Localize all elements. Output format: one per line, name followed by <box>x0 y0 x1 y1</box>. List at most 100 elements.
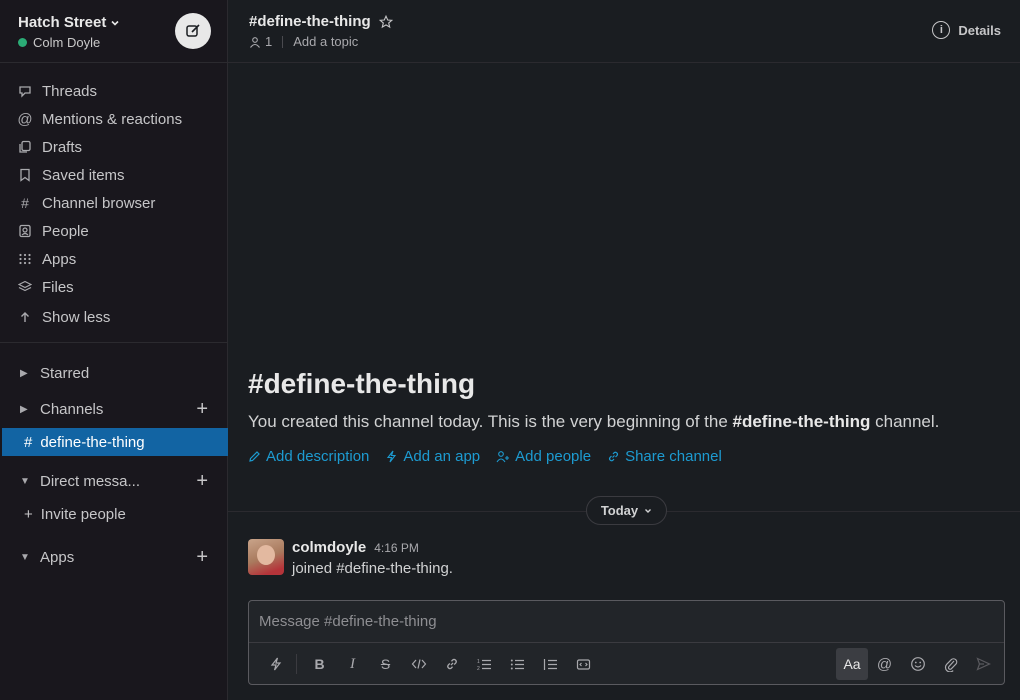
sidebar-item-label: People <box>42 222 89 240</box>
avatar[interactable] <box>248 539 284 575</box>
threads-icon <box>18 84 32 98</box>
current-user-name: Colm Doyle <box>33 35 101 50</box>
sidebar-item-label: Show less <box>42 308 111 326</box>
caret-right-icon: ▶ <box>20 367 28 379</box>
action-label: Share channel <box>625 448 722 465</box>
send-button[interactable] <box>967 648 1000 680</box>
day-label: Today <box>600 503 639 518</box>
message-author[interactable]: colmdoyle <box>292 539 366 556</box>
blockquote-button[interactable] <box>534 648 567 680</box>
shortcuts-lightning-button[interactable] <box>259 648 292 680</box>
section-apps[interactable]: ▼ Apps + <box>0 543 228 571</box>
apps-grid-icon <box>18 252 32 266</box>
add-channel-button[interactable]: + <box>196 399 208 419</box>
compose-icon <box>185 23 201 39</box>
mention-button[interactable]: @ <box>868 648 901 680</box>
sidebar-item-channel-browser[interactable]: # Channel browser <box>0 189 227 217</box>
channel-view: #define-the-thing 1 Add a topic i Detail… <box>228 0 1020 700</box>
people-icon <box>18 224 32 238</box>
sidebar-item-mentions[interactable]: @ Mentions & reactions <box>0 105 227 133</box>
channel-intro-title: #define-the-thing <box>248 368 476 399</box>
add-description-link[interactable]: Add description <box>248 448 369 465</box>
code-block-button[interactable] <box>567 648 600 680</box>
composer-toolbar-right: Aa @ <box>836 648 1000 680</box>
section-label: Apps <box>40 548 75 566</box>
add-direct-message-button[interactable]: + <box>196 471 208 491</box>
bulleted-list-button[interactable] <box>501 648 534 680</box>
channel-title[interactable]: #define-the-thing <box>249 13 371 30</box>
strikethrough-button[interactable]: S <box>369 648 402 680</box>
pencil-icon <box>248 450 261 463</box>
intro-text-before: You created this channel today. This is … <box>248 412 733 431</box>
member-count-button[interactable]: 1 <box>249 34 272 49</box>
invite-people-button[interactable]: + Invite people <box>24 500 126 528</box>
arrow-up-icon <box>18 310 32 324</box>
intro-channel-name: #define-the-thing <box>732 412 871 431</box>
sidebar-item-label: Channel browser <box>42 194 156 212</box>
section-label: Channels <box>40 400 104 418</box>
sidebar-item-saved[interactable]: Saved items <box>0 161 227 189</box>
member-count: 1 <box>265 34 273 49</box>
link-icon <box>607 450 620 463</box>
message-timestamp[interactable]: 4:16 PM <box>374 541 419 555</box>
sidebar-nav: Threads @ Mentions & reactions Drafts Sa… <box>0 63 227 331</box>
sidebar-item-label: Saved items <box>42 166 125 184</box>
message: colmdoyle 4:16 PM joined #define-the-thi… <box>248 539 453 577</box>
section-starred[interactable]: ▶ Starred <box>0 359 228 387</box>
sidebar-item-people[interactable]: People <box>0 217 227 245</box>
svg-text:1: 1 <box>477 659 480 665</box>
italic-button[interactable]: I <box>336 648 369 680</box>
share-channel-link[interactable]: Share channel <box>607 448 722 465</box>
numbered-list-button[interactable]: 12 <box>468 648 501 680</box>
star-icon[interactable] <box>378 14 393 29</box>
sidebar-item-label: Apps <box>42 250 77 268</box>
plus-icon: + <box>24 505 33 523</box>
formatting-toggle-button[interactable]: Aa <box>836 648 868 680</box>
caret-down-icon: ▼ <box>20 475 30 487</box>
sidebar-channel-define-the-thing[interactable]: # define-the-thing <box>2 428 228 456</box>
chevron-down-icon <box>644 507 652 515</box>
sidebar-item-threads[interactable]: Threads <box>0 77 227 105</box>
invite-label: Invite people <box>40 505 126 523</box>
code-button[interactable] <box>402 648 435 680</box>
files-icon <box>18 280 32 294</box>
message-input[interactable] <box>249 601 1004 643</box>
chevron-down-icon <box>110 18 120 28</box>
svg-text:2: 2 <box>477 666 480 671</box>
sidebar-item-show-less[interactable]: Show less <box>0 303 227 331</box>
message-text: joined #define-the-thing. <box>292 560 453 577</box>
details-button[interactable]: i Details <box>932 21 1001 39</box>
compose-button[interactable] <box>175 13 211 49</box>
sidebar-item-drafts[interactable]: Drafts <box>0 133 227 161</box>
sidebar-item-label: Mentions & reactions <box>42 110 183 128</box>
emoji-button[interactable] <box>901 648 934 680</box>
workspace-name: Hatch Street <box>18 14 107 31</box>
channel-intro-text: You created this channel today. This is … <box>248 412 939 432</box>
day-divider-button[interactable]: Today <box>586 496 667 525</box>
meta-separator <box>282 35 284 48</box>
section-label: Starred <box>40 364 90 382</box>
sidebar-item-apps[interactable]: Apps <box>0 245 227 273</box>
caret-right-icon: ▶ <box>20 403 28 415</box>
sidebar-item-label: Threads <box>42 82 98 100</box>
toolbar-separator <box>296 654 297 674</box>
hash-icon: # <box>24 433 33 451</box>
bold-button[interactable]: B <box>303 648 336 680</box>
attach-file-button[interactable] <box>934 648 967 680</box>
caret-down-icon: ▼ <box>20 551 30 563</box>
add-people-link[interactable]: Add people <box>496 448 591 465</box>
sidebar-item-files[interactable]: Files <box>0 273 227 301</box>
sidebar-item-label: Drafts <box>42 138 83 156</box>
action-label: Add an app <box>403 448 481 465</box>
sidebar-item-label: Files <box>42 278 74 296</box>
add-topic-link[interactable]: Add a topic <box>293 34 358 49</box>
link-button[interactable] <box>435 648 468 680</box>
section-direct-messages[interactable]: ▼ Direct messa... + <box>0 467 228 495</box>
add-app-button[interactable]: + <box>196 547 208 567</box>
section-channels[interactable]: ▶ Channels + <box>0 395 228 423</box>
sidebar-divider <box>0 342 228 343</box>
channel-label: define-the-thing <box>40 433 145 451</box>
at-icon: @ <box>17 110 33 128</box>
add-app-link[interactable]: Add an app <box>385 448 480 465</box>
channel-intro-actions: Add description Add an app Add people Sh… <box>248 448 722 465</box>
